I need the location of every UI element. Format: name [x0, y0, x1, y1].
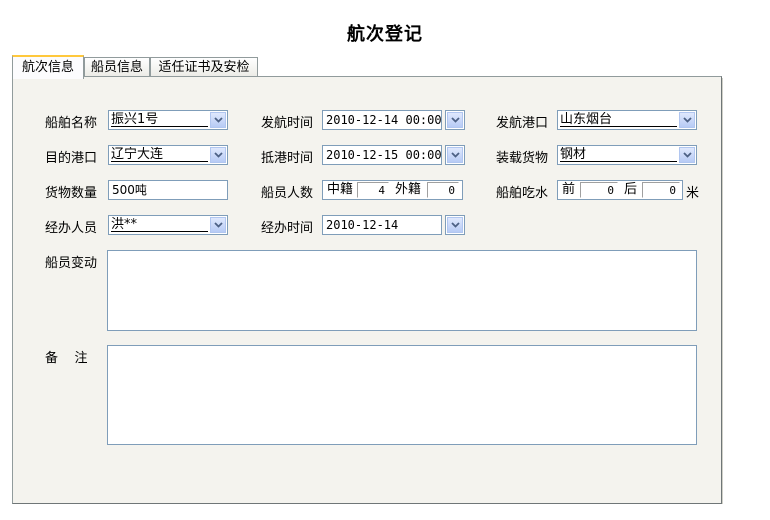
arrive-time-field[interactable]: 2010-12-15 00:00	[322, 145, 442, 165]
chevron-down-icon[interactable]	[447, 217, 463, 233]
foreign-crew-input[interactable]: 0	[427, 182, 459, 198]
depart-port-label: 发航港口	[496, 116, 549, 131]
arrive-time-label: 抵港时间	[261, 151, 314, 166]
draft-rear-input[interactable]: 0	[642, 182, 680, 198]
crew-changes-label: 船员变动	[45, 256, 98, 271]
chevron-down-icon[interactable]	[447, 147, 463, 163]
draft-front-input[interactable]: 0	[580, 182, 618, 198]
draft-front-label: 前	[562, 182, 576, 197]
cargo-qty-label: 货物数量	[45, 186, 98, 201]
chevron-down-icon[interactable]	[210, 112, 226, 128]
tab-certificates-inspection[interactable]: 适任证书及安检	[150, 57, 258, 77]
chevron-down-icon[interactable]	[210, 217, 226, 233]
dest-port-select[interactable]: 辽宁大连	[108, 145, 228, 165]
domestic-crew-input[interactable]: 4	[357, 182, 389, 198]
handle-time-label: 经办时间	[261, 221, 314, 236]
chevron-down-icon[interactable]	[679, 112, 695, 128]
remarks-label: 备 注	[45, 351, 88, 366]
draft-unit-label: 米	[686, 186, 700, 201]
ship-name-label: 船舶名称	[45, 116, 98, 131]
depart-port-select[interactable]: 山东烟台	[557, 110, 697, 130]
draft-group: 前 0 后 0	[557, 180, 683, 200]
domestic-crew-label: 中籍	[327, 182, 354, 197]
handle-time-field[interactable]: 2010-12-14	[322, 215, 442, 235]
handler-label: 经办人员	[45, 221, 98, 236]
remarks-textarea[interactable]	[107, 345, 697, 445]
foreign-crew-label: 外籍	[395, 182, 422, 197]
depart-time-picker[interactable]	[445, 110, 465, 130]
cargo-label: 装载货物	[496, 151, 549, 166]
chevron-down-icon[interactable]	[447, 112, 463, 128]
depart-time-field[interactable]: 2010-12-14 00:00	[322, 110, 442, 130]
arrive-time-picker[interactable]	[445, 145, 465, 165]
tab-voyage-info[interactable]: 航次信息	[12, 55, 84, 79]
chevron-down-icon[interactable]	[679, 147, 695, 163]
depart-time-label: 发航时间	[261, 116, 314, 131]
chevron-down-icon[interactable]	[210, 147, 226, 163]
dest-port-label: 目的港口	[45, 151, 98, 166]
crew-count-label: 船员人数	[261, 186, 314, 201]
crew-changes-textarea[interactable]	[107, 250, 697, 331]
cargo-qty-input[interactable]: 500吨	[108, 180, 228, 200]
cargo-select[interactable]: 钢材	[557, 145, 697, 165]
draft-rear-label: 后	[624, 182, 638, 197]
draft-label: 船舶吃水	[496, 186, 549, 201]
crew-count-group: 中籍 4 外籍 0	[322, 180, 463, 200]
tab-crew-info[interactable]: 船员信息	[84, 57, 150, 77]
handle-time-picker[interactable]	[445, 215, 465, 235]
ship-name-select[interactable]: 振兴1号	[108, 110, 228, 130]
window-title: 航次登记	[347, 24, 423, 45]
handler-select[interactable]: 洪**	[108, 215, 228, 235]
